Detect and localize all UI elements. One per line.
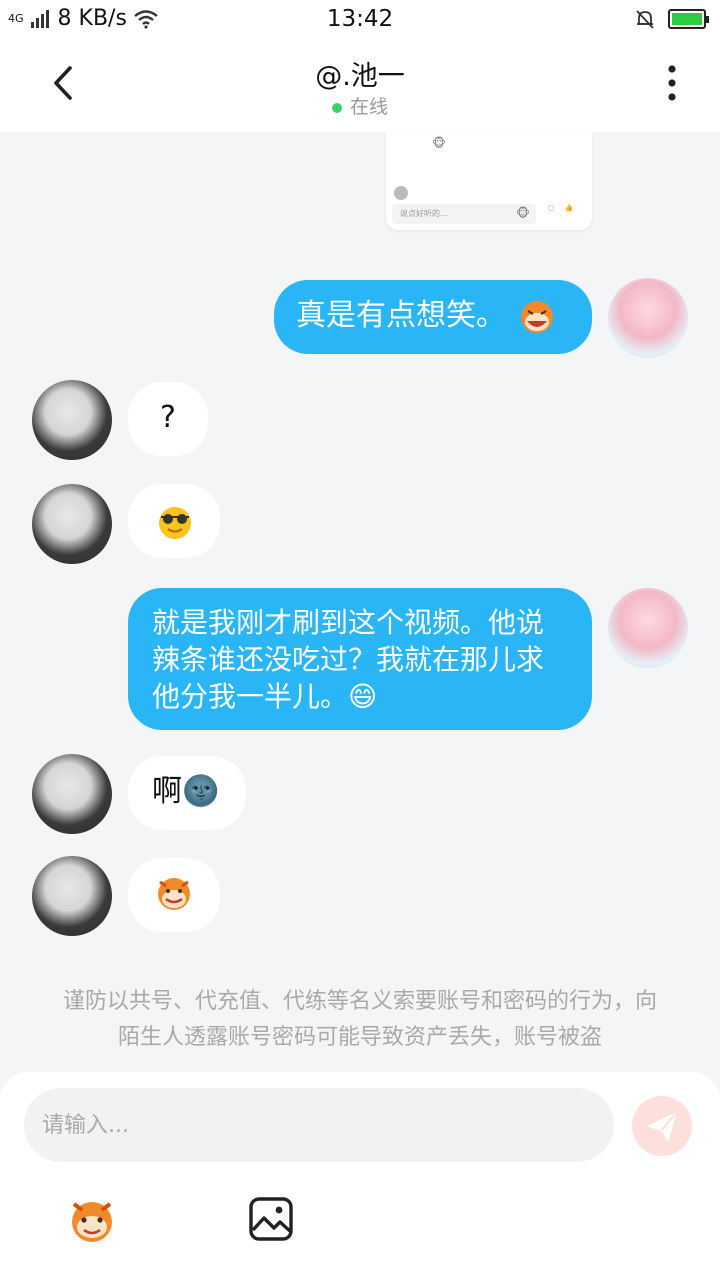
message-text: 真是有点想笑。 bbox=[296, 298, 506, 333]
message-text: 啊🌚 bbox=[152, 774, 220, 809]
laughing-mascot-emoji bbox=[520, 300, 553, 333]
battery-level bbox=[672, 13, 702, 25]
contact-name: @.池一 bbox=[315, 61, 405, 92]
online-dot bbox=[331, 102, 342, 113]
message-bubble[interactable] bbox=[128, 484, 220, 558]
avatar[interactable] bbox=[608, 278, 688, 358]
send-icon bbox=[648, 1113, 676, 1141]
message-text: 就是我刚才刷到这个视频。他说辣条谁还没吃过？我就在那儿求他分我一半儿。😄 bbox=[152, 606, 545, 713]
chat-screen: 4G 8 KB/s 13:42 @.池一 在线 🐵 说点好听的... 🐵 ▢ 👍… bbox=[0, 0, 720, 1280]
avatar[interactable] bbox=[608, 588, 688, 668]
image-picker-button[interactable] bbox=[248, 1196, 294, 1242]
avatar[interactable] bbox=[32, 754, 112, 834]
avatar[interactable] bbox=[32, 380, 112, 460]
emoji-button[interactable] bbox=[62, 1194, 122, 1246]
shared-card-actions: ▢ 👍 bbox=[548, 204, 573, 212]
message-text: ? bbox=[160, 400, 176, 435]
emoji-mascot-icon: 🐵 bbox=[516, 206, 530, 220]
send-button[interactable] bbox=[632, 1096, 692, 1156]
battery-icon bbox=[668, 9, 709, 29]
grinning-mascot-emoji bbox=[158, 878, 190, 910]
thumbs-up-icon: 👍 bbox=[564, 204, 574, 212]
message-bubble[interactable]: 真是有点想笑。 bbox=[274, 280, 592, 354]
shared-card-comment-field: 说点好听的... bbox=[392, 204, 536, 224]
avatar[interactable] bbox=[32, 856, 112, 936]
clock: 13:42 bbox=[326, 6, 394, 32]
message-input[interactable] bbox=[24, 1088, 614, 1162]
avatar bbox=[394, 186, 408, 200]
image-icon bbox=[249, 1197, 293, 1241]
status-right bbox=[634, 8, 709, 30]
composer bbox=[0, 1072, 720, 1280]
message-bubble[interactable] bbox=[128, 858, 220, 932]
bell-muted-icon bbox=[636, 10, 654, 29]
mascot-icon: 🐵 bbox=[432, 136, 446, 150]
shared-post-card[interactable]: 🐵 说点好听的... 🐵 ▢ 👍 bbox=[386, 132, 592, 230]
security-notice: 谨防以共号、代充值、代练等名义索要账号和密码的行为，向陌生人透露账号密码可能导致… bbox=[62, 989, 657, 1050]
avatar[interactable] bbox=[32, 484, 112, 564]
shared-card-user bbox=[394, 186, 408, 200]
presence-status: 在线 bbox=[0, 92, 720, 119]
message-bubble[interactable]: ? bbox=[128, 382, 208, 456]
emoji-mascot-icon bbox=[72, 1202, 112, 1242]
more-options-button[interactable] bbox=[652, 60, 692, 106]
message-bubble[interactable]: 就是我刚才刷到这个视频。他说辣条谁还没吃过？我就在那儿求他分我一半儿。😄 bbox=[128, 588, 592, 730]
chat-header: @.池一 在线 bbox=[0, 38, 720, 132]
message-bubble[interactable]: 啊🌚 bbox=[128, 756, 246, 830]
more-vertical-icon bbox=[668, 65, 676, 101]
comment-icon: ▢ bbox=[548, 204, 555, 212]
status-bar: 4G 8 KB/s 13:42 bbox=[0, 0, 720, 38]
cool-face-emoji bbox=[159, 507, 191, 539]
presence-label: 在线 bbox=[349, 96, 388, 118]
